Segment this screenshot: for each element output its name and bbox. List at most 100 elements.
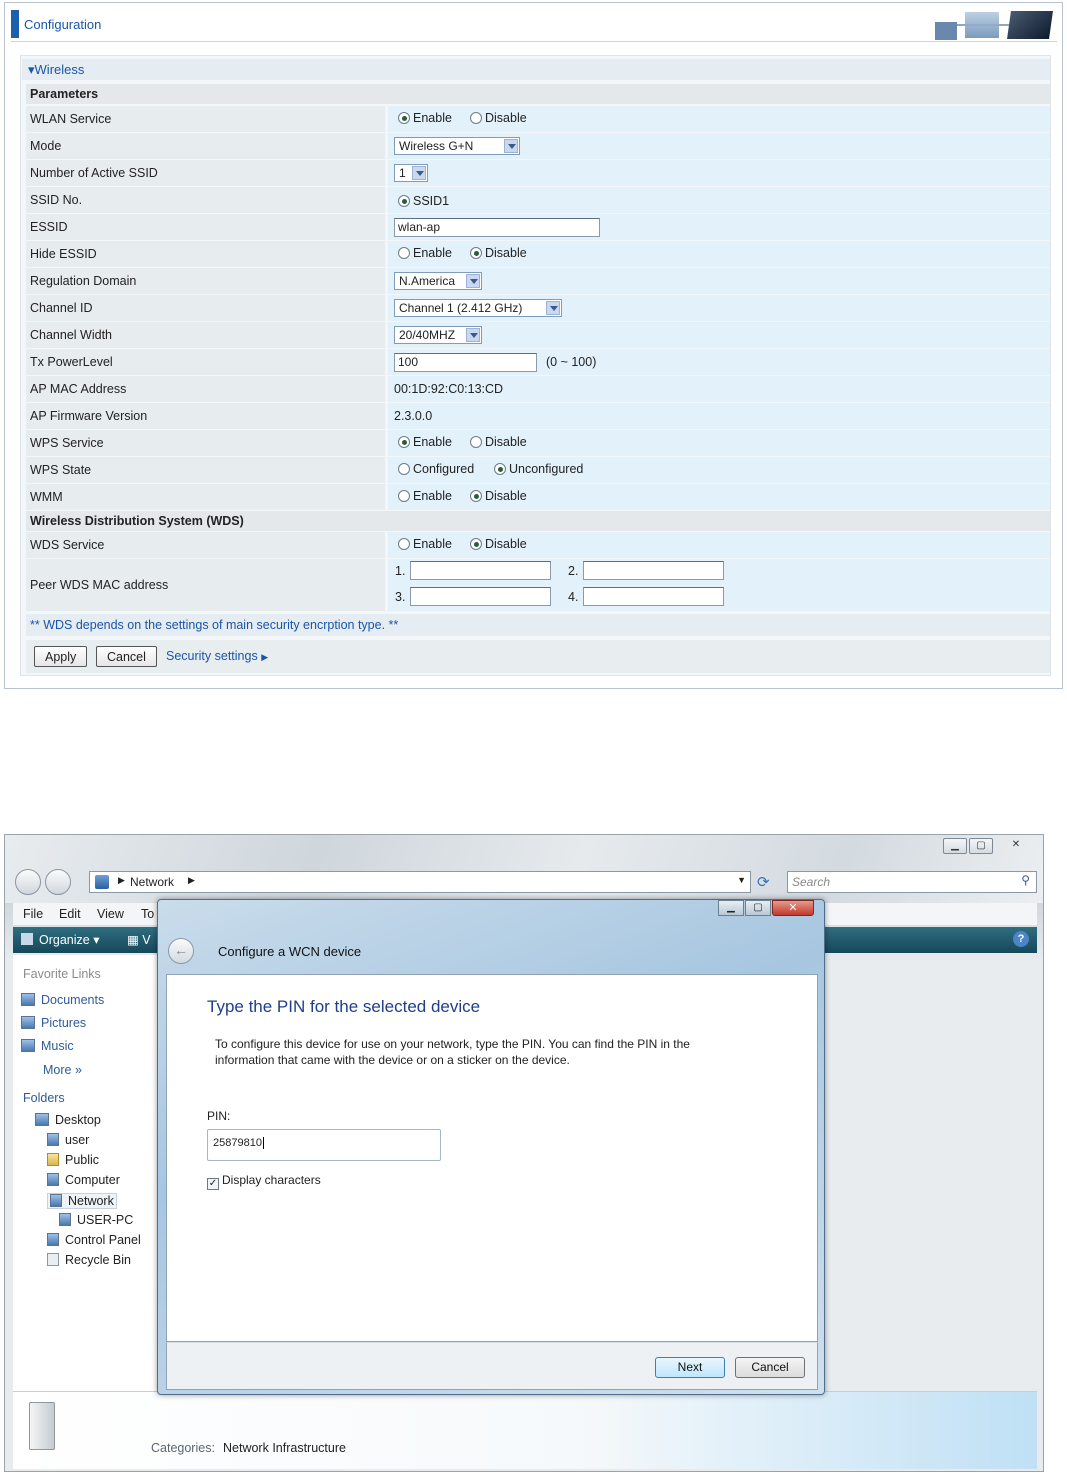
essid-input[interactable]: wlan-ap — [394, 218, 600, 237]
regulation-select[interactable]: N.America — [394, 272, 482, 290]
dialog-cancel-button[interactable]: Cancel — [735, 1357, 805, 1378]
close-icon[interactable]: ✕ — [1004, 838, 1028, 854]
folder-desktop[interactable]: Desktop — [35, 1113, 101, 1127]
row-wps-state: WPS State Configured Unconfigured — [26, 457, 1050, 483]
wireless-section-toggle[interactable]: ▾Wireless — [22, 59, 1050, 80]
fav-pictures[interactable]: Pictures — [21, 1016, 86, 1030]
peer-wds-input-4[interactable] — [583, 587, 724, 606]
more-link[interactable]: More » — [43, 1063, 82, 1077]
forward-arrow-icon[interactable] — [45, 869, 71, 895]
mode-label: Mode — [26, 133, 385, 159]
wmm-enable-radio[interactable]: Enable — [398, 489, 452, 503]
display-characters-checkbox[interactable]: ✓ Display characters — [207, 1173, 321, 1190]
dialog-minimize-icon[interactable]: ▁ — [718, 900, 744, 916]
search-input[interactable]: Search ⚲ — [787, 871, 1037, 893]
row-peer-wds: Peer WDS MAC address 1. 2. 3. 4. — [26, 559, 1050, 611]
help-icon[interactable]: ? — [1013, 931, 1029, 947]
dialog-back-icon[interactable]: ← — [168, 938, 194, 964]
fav-music[interactable]: Music — [21, 1039, 74, 1053]
fav-documents[interactable]: Documents — [21, 993, 104, 1007]
folder-public[interactable]: Public — [47, 1153, 99, 1167]
folder-user-pc[interactable]: USER-PC — [59, 1213, 133, 1227]
wps-unconfigured-radio[interactable]: Unconfigured — [494, 462, 583, 476]
dialog-maximize-icon[interactable]: ▢ — [745, 900, 771, 916]
organize-button[interactable]: Organize ▾ — [21, 932, 99, 947]
folder-recycle-bin[interactable]: Recycle Bin — [47, 1253, 131, 1267]
radio-selected-icon — [494, 463, 506, 475]
views-button[interactable]: ▦ V — [127, 932, 151, 947]
mode-select[interactable]: Wireless G+N — [394, 137, 520, 155]
chevron-down-icon — [466, 274, 480, 288]
wlan-disable-radio[interactable]: Disable — [470, 111, 527, 125]
folder-computer[interactable]: Computer — [47, 1173, 120, 1187]
menu-edit[interactable]: Edit — [59, 907, 81, 921]
views-icon: ▦ — [127, 933, 139, 947]
row-mode: Mode Wireless G+N — [26, 133, 1050, 159]
control-panel-icon — [47, 1233, 59, 1246]
apply-button[interactable]: Apply — [34, 646, 88, 667]
row-regulation: Regulation Domain N.America — [26, 268, 1050, 294]
music-icon — [21, 1039, 35, 1052]
desktop-icon — [35, 1113, 49, 1126]
folder-user[interactable]: user — [47, 1133, 89, 1147]
folder-control-panel[interactable]: Control Panel — [47, 1233, 141, 1247]
row-ap-firmware: AP Firmware Version 2.3.0.0 — [26, 403, 1050, 429]
menu-tools[interactable]: To — [141, 907, 154, 921]
peer-wds-input-2[interactable] — [583, 561, 724, 580]
computer-icon — [47, 1173, 59, 1186]
hide-essid-disable-radio[interactable]: Disable — [470, 246, 527, 260]
pin-input[interactable]: 25879810 — [207, 1129, 441, 1161]
channel-width-select[interactable]: 20/40MHZ — [394, 326, 482, 344]
wds-note: ** WDS depends on the settings of main s… — [26, 614, 1050, 636]
breadcrumb-network[interactable]: Network — [130, 875, 174, 889]
channel-id-select[interactable]: Channel 1 (2.412 GHz) — [394, 299, 562, 317]
wds-heading: Wireless Distribution System (WDS) — [26, 511, 1050, 531]
wmm-label: WMM — [26, 484, 385, 510]
peer-wds-num-4: 4. — [568, 590, 579, 604]
wlan-enable-radio[interactable]: Enable — [398, 111, 452, 125]
wmm-disable-radio[interactable]: Disable — [470, 489, 527, 503]
wps-configured-radio[interactable]: Configured — [398, 462, 474, 476]
peer-wds-num-1: 1. — [395, 564, 406, 578]
wps-disable-radio[interactable]: Disable — [470, 435, 527, 449]
wds-enable-radio[interactable]: Enable — [398, 537, 452, 551]
address-dropdown-icon[interactable]: ▼ — [737, 875, 746, 885]
row-channel-width: Channel Width 20/40MHZ — [26, 322, 1050, 348]
ssid-no-label: SSID No. — [26, 187, 385, 213]
back-forward-buttons[interactable] — [15, 869, 79, 895]
wlan-service-label: WLAN Service — [26, 106, 385, 132]
next-button[interactable]: Next — [655, 1357, 725, 1378]
row-wmm: WMM Enable Disable — [26, 484, 1050, 510]
wireless-section-title: Wireless — [34, 62, 85, 77]
radio-icon — [470, 112, 482, 124]
maximize-icon[interactable]: ▢ — [969, 838, 993, 854]
hide-essid-enable-radio[interactable]: Enable — [398, 246, 452, 260]
search-icon[interactable]: ⚲ — [1021, 873, 1030, 887]
peer-wds-input-3[interactable] — [410, 587, 551, 606]
details-pane: Categories: Network Infrastructure — [13, 1391, 1037, 1469]
pc-icon — [59, 1213, 71, 1226]
peer-wds-input-1[interactable] — [410, 561, 551, 580]
wds-disable-radio[interactable]: Disable — [470, 537, 527, 551]
cancel-button[interactable]: Cancel — [96, 646, 157, 667]
minimize-icon[interactable]: ▁ — [943, 838, 967, 854]
ap-mac-label: AP MAC Address — [26, 376, 385, 402]
row-channel-id: Channel ID Channel 1 (2.412 GHz) — [26, 295, 1050, 321]
dialog-close-icon[interactable]: ✕ — [772, 900, 814, 916]
radio-selected-icon — [398, 195, 410, 207]
security-settings-link[interactable]: Security settings ▶ — [166, 649, 268, 663]
folders-heading[interactable]: Folders — [23, 1091, 65, 1105]
row-essid: ESSID wlan-ap — [26, 214, 1050, 240]
tx-power-input[interactable]: 100 — [394, 353, 537, 372]
ssid1-radio[interactable]: SSID1 — [398, 194, 449, 208]
ap-firmware-value: 2.3.0.0 — [394, 409, 433, 423]
address-bar[interactable]: ▶ Network ▶ ▼ — [89, 871, 751, 893]
folder-network[interactable]: Network — [47, 1193, 117, 1209]
wps-enable-radio[interactable]: Enable — [398, 435, 452, 449]
active-ssid-select[interactable]: 1 — [394, 164, 428, 182]
refresh-icon[interactable]: ⟳ — [757, 873, 770, 891]
back-arrow-icon[interactable] — [15, 869, 41, 895]
menu-view[interactable]: View — [97, 907, 124, 921]
menu-file[interactable]: File — [23, 907, 43, 921]
wds-service-label: WDS Service — [26, 532, 385, 558]
